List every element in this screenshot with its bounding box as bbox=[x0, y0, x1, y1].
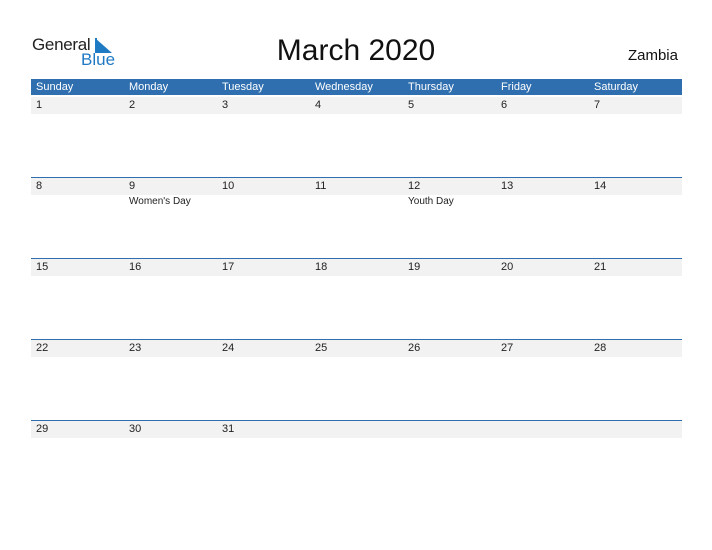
day-cell: 11 bbox=[315, 180, 327, 192]
day-cell: 19 bbox=[408, 261, 421, 273]
day-cell: 29 bbox=[36, 423, 49, 435]
holiday-label bbox=[589, 195, 682, 209]
event-row: Women's Day Youth Day bbox=[31, 195, 682, 209]
day-cell: 9 bbox=[129, 180, 136, 192]
date-number-row: 22 23 24 25 26 27 28 bbox=[31, 339, 682, 357]
calendar-title: March 2020 bbox=[276, 34, 436, 67]
day-cell: 12 bbox=[408, 180, 421, 192]
day-cell: 27 bbox=[501, 342, 514, 354]
day-cell: 30 bbox=[129, 423, 142, 435]
day-cell: 16 bbox=[129, 261, 142, 273]
holiday-label bbox=[217, 195, 310, 209]
day-cell: 28 bbox=[594, 342, 607, 354]
day-cell: 4 bbox=[315, 99, 322, 111]
weekday-wednesday: Wednesday bbox=[315, 81, 373, 93]
day-cell: 26 bbox=[408, 342, 421, 354]
day-cell: 14 bbox=[594, 180, 607, 192]
week-row: 1 2 3 4 5 6 7 bbox=[31, 97, 682, 178]
weekday-sunday: Sunday bbox=[36, 81, 74, 93]
week-row: 15 16 17 18 19 20 21 bbox=[31, 258, 682, 339]
weekday-thursday: Thursday bbox=[408, 81, 454, 93]
day-cell: 24 bbox=[222, 342, 235, 354]
week-row: 8 9 10 11 12 13 14 Women's Day Youth Day bbox=[31, 177, 682, 258]
day-cell: 8 bbox=[36, 180, 43, 192]
day-cell bbox=[403, 421, 496, 438]
day-cell: 18 bbox=[315, 261, 328, 273]
holiday-label bbox=[310, 195, 403, 209]
week-row: 29 30 31 bbox=[31, 420, 682, 501]
week-row: 22 23 24 25 26 27 28 bbox=[31, 339, 682, 420]
day-cell: 17 bbox=[222, 261, 235, 273]
date-number-row: 15 16 17 18 19 20 21 bbox=[31, 258, 682, 276]
holiday-label bbox=[31, 195, 124, 209]
day-cell: 1 bbox=[36, 99, 43, 111]
calendar-grid: Sunday Monday Tuesday Wednesday Thursday… bbox=[31, 79, 682, 438]
day-cell: 20 bbox=[501, 261, 514, 273]
holiday-label bbox=[496, 195, 589, 209]
weekday-tuesday: Tuesday bbox=[222, 81, 264, 93]
weekday-saturday: Saturday bbox=[594, 81, 639, 93]
country-label: Zambia bbox=[627, 47, 678, 64]
date-number-row: 29 30 31 bbox=[31, 420, 682, 438]
day-cell: 10 bbox=[222, 180, 235, 192]
weekday-monday: Monday bbox=[129, 81, 169, 93]
day-cell: 21 bbox=[594, 261, 607, 273]
day-cell: 23 bbox=[129, 342, 142, 354]
day-cell: 13 bbox=[501, 180, 514, 192]
date-number-row: 1 2 3 4 5 6 7 bbox=[31, 97, 682, 114]
weekday-header: Sunday Monday Tuesday Wednesday Thursday… bbox=[31, 79, 682, 95]
day-cell: 25 bbox=[315, 342, 328, 354]
day-cell: 31 bbox=[222, 423, 235, 435]
day-cell: 7 bbox=[594, 99, 601, 111]
day-cell: 2 bbox=[129, 99, 136, 111]
date-number-row: 8 9 10 11 12 13 14 bbox=[31, 177, 682, 195]
day-cell: 3 bbox=[222, 99, 229, 111]
day-cell bbox=[589, 421, 682, 438]
day-cell: 22 bbox=[36, 342, 49, 354]
day-cell bbox=[496, 421, 589, 438]
day-cell: 6 bbox=[501, 99, 508, 111]
day-cell: 5 bbox=[408, 99, 415, 111]
weekday-friday: Friday bbox=[501, 81, 532, 93]
day-cell bbox=[310, 421, 403, 438]
holiday-label: Women's Day bbox=[129, 196, 191, 207]
day-cell: 15 bbox=[36, 261, 49, 273]
holiday-label: Youth Day bbox=[408, 196, 454, 207]
